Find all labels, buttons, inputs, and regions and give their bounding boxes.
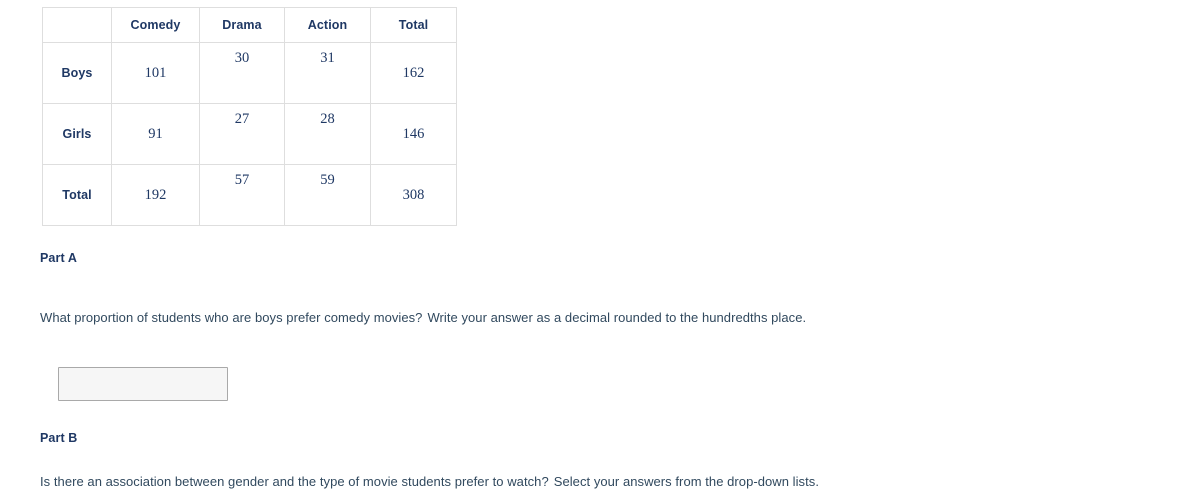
cell-total-total: 308 <box>370 164 457 226</box>
part-b-prompt-sentence-1: Is there an association between gender a… <box>40 474 549 489</box>
cell-girls-comedy: 91 <box>111 103 200 165</box>
table-row: Girls 91 27 28 146 <box>42 103 457 165</box>
table-header-row: Comedy Drama Action Total <box>42 7 457 43</box>
column-header-comedy: Comedy <box>111 7 200 43</box>
cell-total-comedy: 192 <box>111 164 200 226</box>
part-a-answer-input[interactable] <box>58 367 228 401</box>
table-row: Total 192 57 59 308 <box>42 164 457 226</box>
column-header-action: Action <box>284 7 371 43</box>
cell-total-action: 59 <box>284 164 371 226</box>
cell-boys-total: 162 <box>370 42 457 104</box>
part-b-heading: Part B <box>40 431 78 445</box>
row-label-total: Total <box>42 164 112 226</box>
cell-girls-action: 28 <box>284 103 371 165</box>
part-b-prompt-sentence-2: Select your answers from the drop-down l… <box>553 474 819 489</box>
part-a-prompt: What proportion of students who are boys… <box>40 310 806 325</box>
cell-total-drama: 57 <box>199 164 285 226</box>
cell-boys-comedy: 101 <box>111 42 200 104</box>
cell-boys-drama: 30 <box>199 42 285 104</box>
part-a-prompt-sentence-1: What proportion of students who are boys… <box>40 310 423 325</box>
part-a-prompt-sentence-2: Write your answer as a decimal rounded t… <box>427 310 807 325</box>
row-label-girls: Girls <box>42 103 112 165</box>
row-label-boys: Boys <box>42 42 112 104</box>
question-page: Comedy Drama Action Total Boys 101 30 31… <box>0 0 1200 500</box>
table-row: Boys 101 30 31 162 <box>42 42 457 104</box>
two-way-frequency-table: Comedy Drama Action Total Boys 101 30 31… <box>42 7 457 226</box>
part-a-heading: Part A <box>40 251 77 265</box>
column-header-total: Total <box>370 7 457 43</box>
cell-girls-total: 146 <box>370 103 457 165</box>
cell-girls-drama: 27 <box>199 103 285 165</box>
column-header-drama: Drama <box>199 7 285 43</box>
table-corner-cell <box>42 7 112 43</box>
part-b-prompt: Is there an association between gender a… <box>40 474 819 489</box>
cell-boys-action: 31 <box>284 42 371 104</box>
